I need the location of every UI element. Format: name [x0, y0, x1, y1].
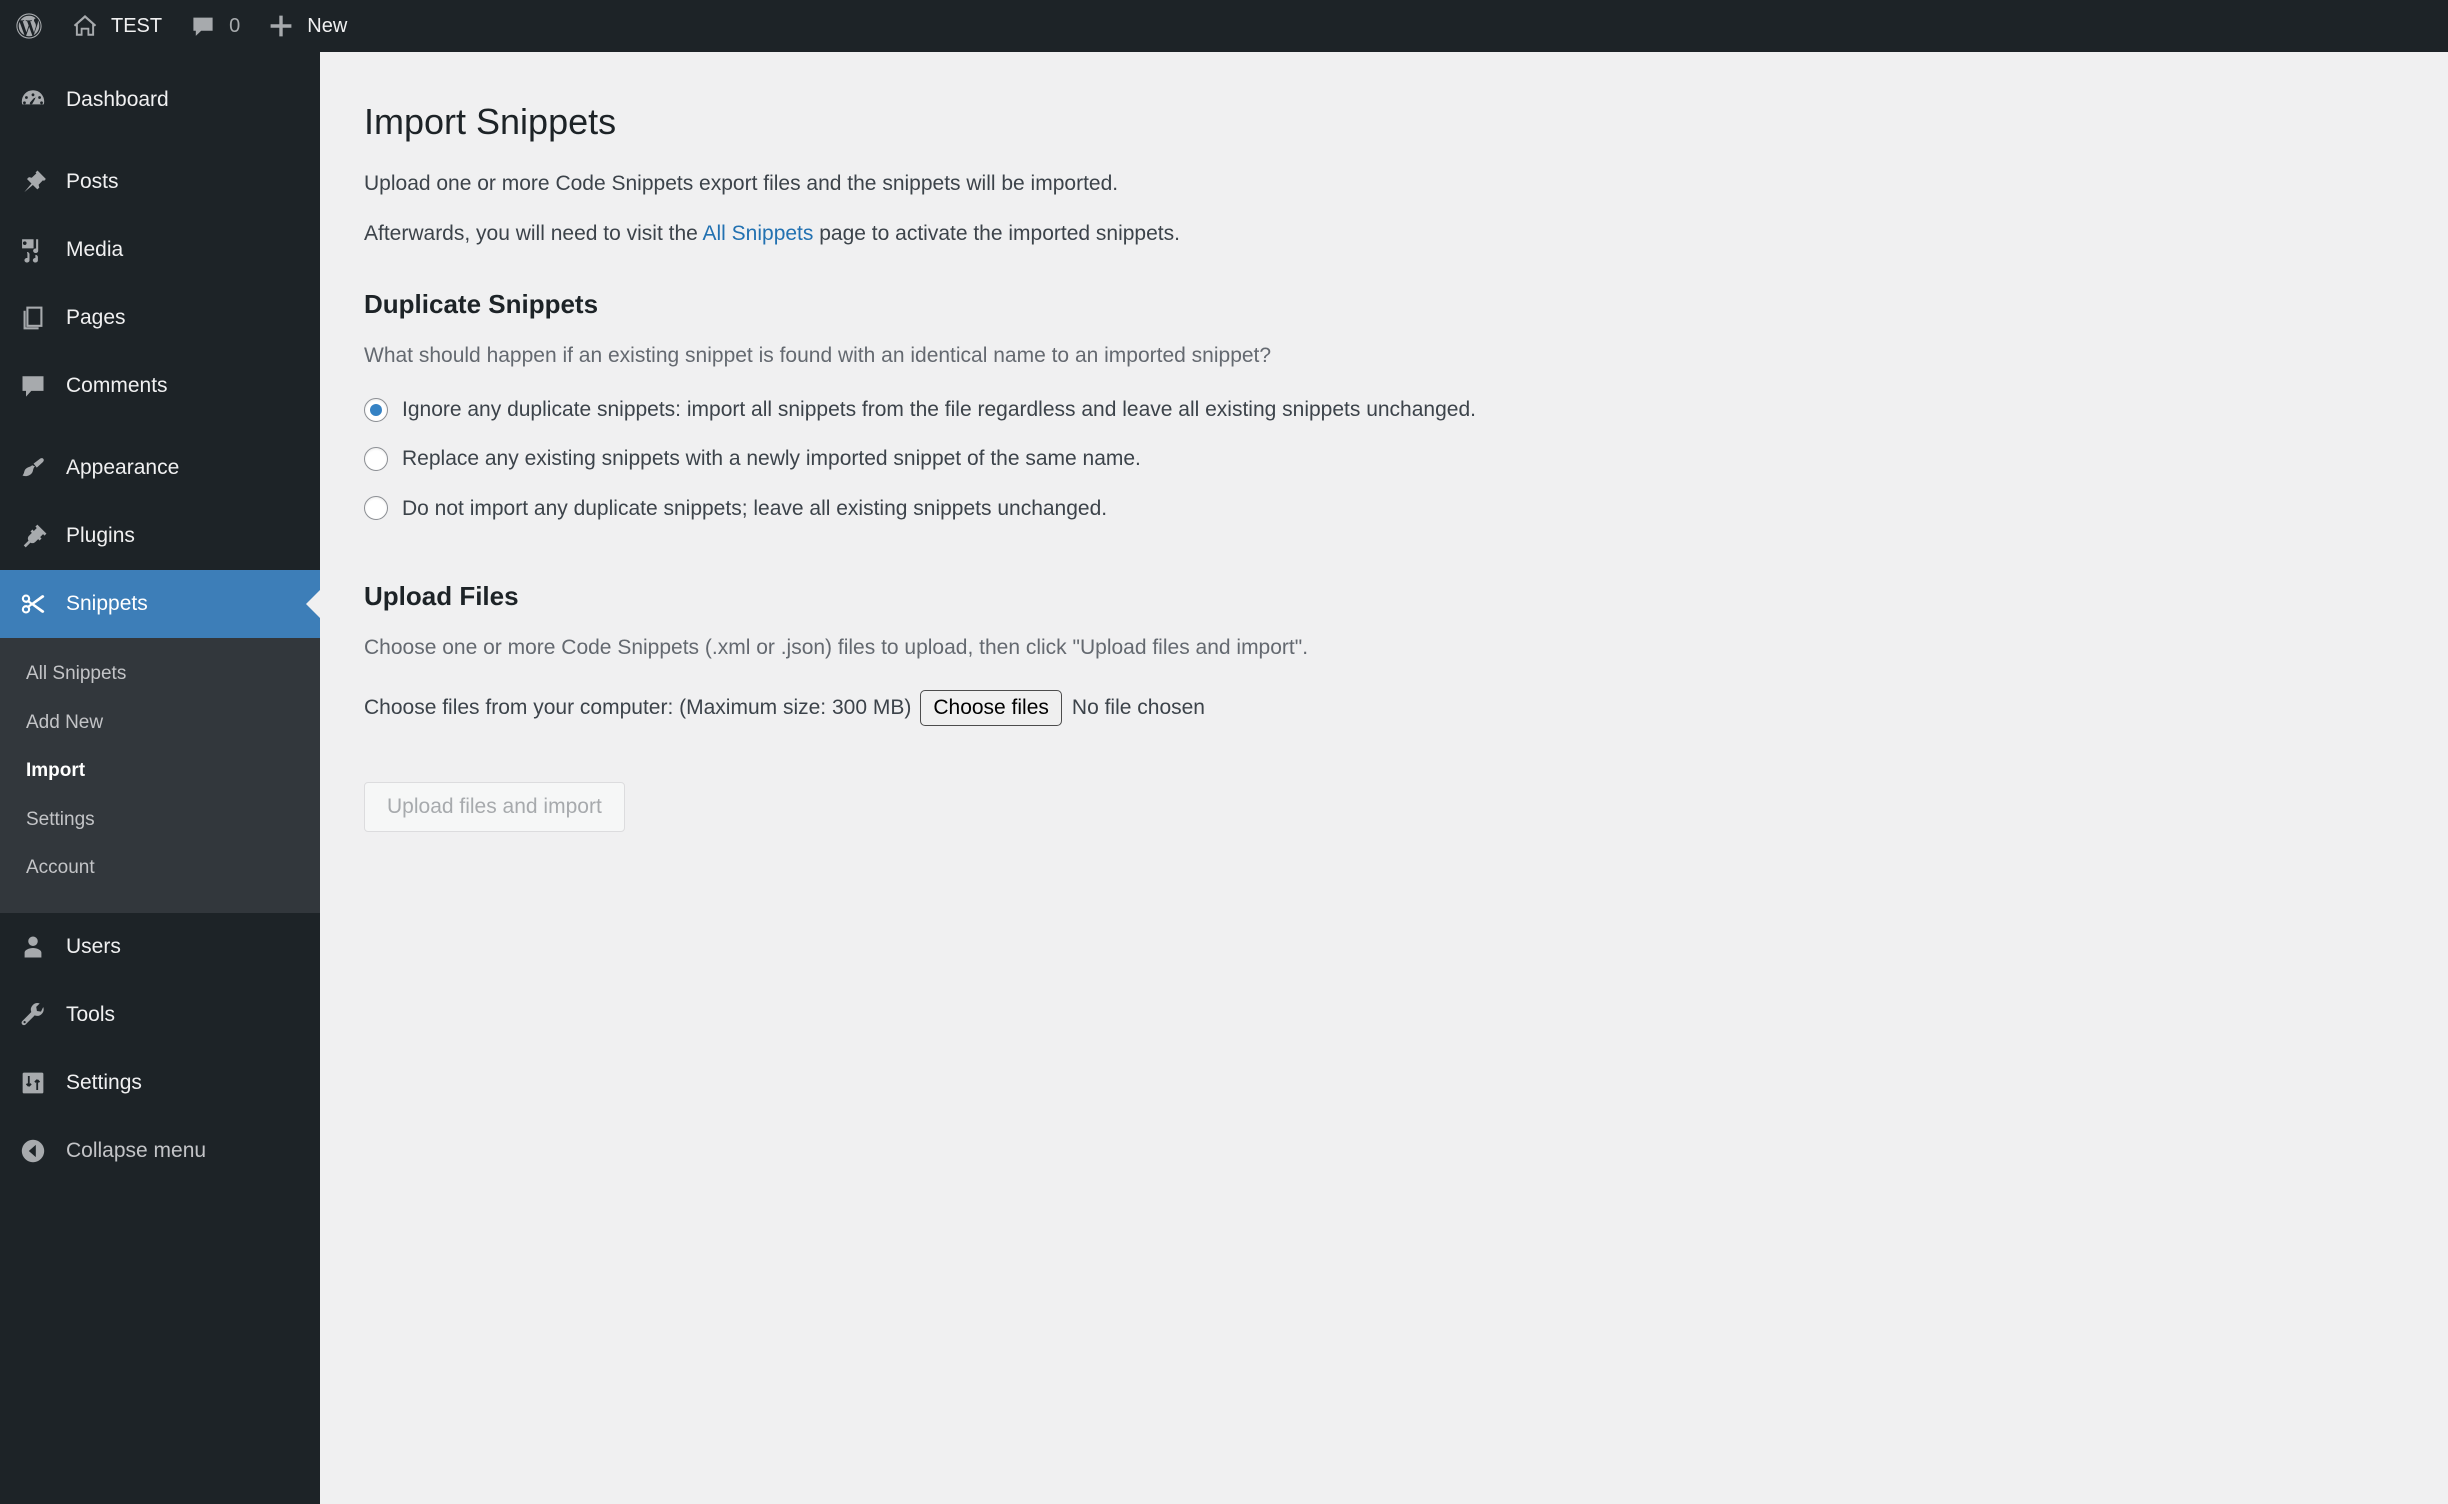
afterwards-prefix: Afterwards, you will need to visit the — [364, 222, 703, 246]
sidebar-item-label: Settings — [66, 1070, 142, 1094]
current-menu-arrow-icon — [306, 590, 320, 618]
sidebar-item-media[interactable]: Media — [0, 216, 320, 284]
file-chosen-status: No file chosen — [1071, 695, 1205, 719]
new-content-label: New — [307, 14, 348, 37]
site-name-button[interactable]: TEST — [57, 0, 175, 52]
upload-files-heading: Upload Files — [364, 581, 519, 611]
wordpress-logo-button[interactable] — [0, 0, 57, 52]
collapse-arrow-icon — [16, 1134, 50, 1168]
sidebar-item-label: Pages — [66, 306, 126, 329]
sidebar-item-comments[interactable]: Comments — [0, 352, 320, 420]
sidebar-item-label: Dashboard — [66, 88, 169, 111]
plus-icon — [266, 11, 296, 41]
radio-row-ignore[interactable]: Ignore any duplicate snippets: import al… — [364, 395, 2448, 444]
radio-label: Do not import any duplicate snippets; le… — [402, 496, 1108, 520]
scissors-icon — [16, 587, 50, 621]
radio-ignore-duplicates[interactable] — [364, 397, 388, 422]
snippets-submenu: All Snippets Add New Import Settings Acc… — [0, 638, 320, 913]
menu-separator — [0, 420, 320, 434]
admin-bar: TEST 0 New — [0, 0, 2448, 52]
sidebar-item-account[interactable]: Account — [0, 844, 320, 893]
file-input-row: Choose files from your computer: (Maximu… — [364, 665, 2448, 726]
sidebar-item-pages[interactable]: Pages — [0, 284, 320, 352]
comments-button[interactable]: 0 — [175, 0, 253, 52]
sidebar-item-label: Snippets — [66, 592, 148, 615]
menu-top-spacer — [0, 52, 320, 66]
pages-icon — [16, 301, 50, 335]
sidebar-item-posts[interactable]: Posts — [0, 148, 320, 216]
radio-skip-duplicates[interactable] — [364, 496, 388, 521]
all-snippets-link[interactable]: All Snippets — [703, 222, 814, 245]
sidebar-item-import[interactable]: Import — [0, 747, 320, 796]
sidebar-item-dashboard[interactable]: Dashboard — [0, 66, 320, 134]
duplicate-snippets-description: What should happen if an existing snippe… — [364, 344, 1272, 368]
sidebar-item-add-new[interactable]: Add New — [0, 699, 320, 748]
duplicate-snippets-heading: Duplicate Snippets — [364, 288, 599, 319]
sidebar-item-appearance[interactable]: Appearance — [0, 434, 320, 502]
main-content: Import Snippets Upload one or more Code … — [320, 52, 2448, 1504]
choose-files-button[interactable]: Choose files — [920, 689, 1062, 726]
radio-row-skip[interactable]: Do not import any duplicate snippets; le… — [364, 494, 2448, 543]
radio-label: Ignore any duplicate snippets: import al… — [402, 397, 1476, 421]
dashboard-gauge-icon — [16, 83, 50, 117]
sidebar-item-label: Plugins — [66, 524, 135, 547]
radio-label: Replace any existing snippets with a new… — [402, 447, 1141, 471]
sidebar-item-label: Appearance — [66, 456, 180, 479]
wrench-icon — [16, 998, 50, 1032]
upload-files-description: Choose one or more Code Snippets (.xml o… — [364, 636, 1309, 660]
intro-text: Upload one or more Code Snippets export … — [364, 171, 1119, 195]
submit-row: Upload files and import — [364, 726, 2448, 832]
sidebar-item-snippet-settings[interactable]: Settings — [0, 796, 320, 845]
pin-icon — [16, 165, 50, 199]
site-name-label: TEST — [111, 14, 163, 37]
sliders-icon — [16, 1066, 50, 1100]
sidebar-item-label: Media — [66, 238, 124, 261]
new-content-button[interactable]: New — [253, 0, 360, 52]
afterwards-paragraph: Afterwards, you will need to visit the A… — [364, 200, 2448, 251]
sidebar-item-label: Users — [66, 934, 121, 958]
radio-replace-existing[interactable] — [364, 446, 388, 471]
upload-files-and-import-button[interactable]: Upload files and import — [364, 781, 625, 832]
paintbrush-icon — [16, 451, 50, 485]
sidebar-item-label: Posts — [66, 170, 119, 193]
sidebar-item-snippets[interactable]: Snippets — [0, 570, 320, 638]
collapse-menu-button[interactable]: Collapse menu — [0, 1117, 320, 1185]
home-icon — [70, 11, 100, 41]
sidebar-item-all-snippets[interactable]: All Snippets — [0, 650, 320, 699]
media-icon — [16, 233, 50, 267]
page-title: Import Snippets — [364, 101, 617, 142]
sidebar-item-settings[interactable]: Settings — [0, 1049, 320, 1117]
comment-bubble-icon — [16, 369, 50, 403]
wordpress-logo-icon — [14, 11, 44, 41]
sidebar-item-label: Tools — [66, 1002, 116, 1026]
radio-row-replace[interactable]: Replace any existing snippets with a new… — [364, 444, 2448, 493]
collapse-menu-label: Collapse menu — [66, 1138, 207, 1162]
menu-separator — [0, 134, 320, 148]
comment-count: 0 — [229, 14, 241, 37]
file-input-label: Choose files from your computer: (Maximu… — [364, 695, 912, 719]
comment-bubble-icon — [188, 11, 218, 41]
plug-icon — [16, 519, 50, 553]
sidebar-item-plugins[interactable]: Plugins — [0, 502, 320, 570]
sidebar-item-label: Comments — [66, 374, 168, 397]
admin-sidebar-menu: Dashboard Posts Media Pages Comments App… — [0, 52, 320, 1504]
user-icon — [16, 930, 50, 964]
sidebar-item-users[interactable]: Users — [0, 913, 320, 981]
intro-paragraph: Upload one or more Code Snippets export … — [364, 150, 2448, 201]
sidebar-item-tools[interactable]: Tools — [0, 981, 320, 1049]
duplicate-action-radio-group: Ignore any duplicate snippets: import al… — [364, 373, 2448, 543]
afterwards-suffix: page to activate the imported snippets. — [813, 222, 1180, 246]
